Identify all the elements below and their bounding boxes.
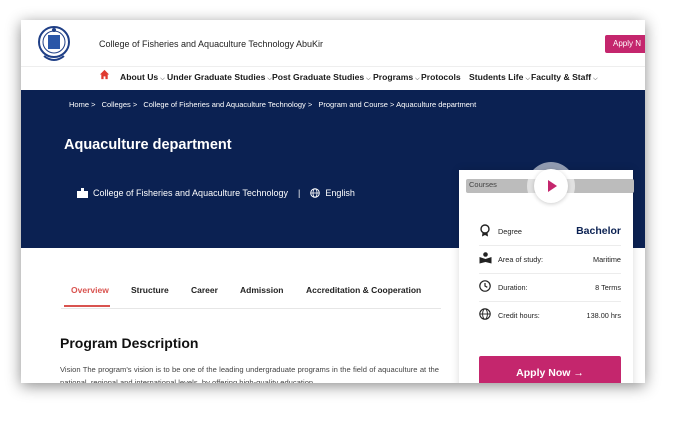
breadcrumb-home[interactable]: Home >: [69, 100, 95, 109]
play-icon: [548, 180, 557, 192]
credit-hours-value: 138.00 hrs: [586, 311, 621, 320]
program-description: Vision The program's vision is to be one…: [60, 365, 439, 383]
nav-faculty-staff[interactable]: Faculty & Staff ⌵: [531, 72, 598, 83]
area-of-study-value: Maritime: [593, 255, 621, 264]
section-title: Program Description: [60, 335, 199, 351]
program-tabs: Overview Structure Career Admission Accr…: [61, 274, 441, 309]
home-icon[interactable]: [99, 69, 110, 80]
tab-overview[interactable]: Overview: [71, 285, 109, 295]
page-title: Aquaculture department: [64, 137, 232, 153]
nav-label: Faculty & Staff: [531, 72, 592, 82]
credit-hours-row: Credit hours: 138.00 hrs: [479, 301, 621, 329]
active-tab-indicator: [64, 305, 110, 307]
main-nav: About Us ⌵ Under Graduate Studies ⌵ Post G…: [21, 66, 645, 91]
nav-label: Post Graduate Studies: [272, 72, 365, 82]
nav-undergraduate[interactable]: Under Graduate Studies ⌵: [167, 72, 272, 83]
browser-page: College of Fisheries and Aquaculture Tec…: [21, 20, 645, 383]
globe-icon: [479, 308, 491, 320]
nav-label: About Us: [120, 72, 159, 82]
college-name[interactable]: College of Fisheries and Aquaculture Tec…: [99, 39, 323, 49]
book-reader-icon: [479, 252, 492, 264]
breadcrumb-college[interactable]: College of Fisheries and Aquaculture Tec…: [143, 100, 312, 109]
globe-icon: [310, 188, 321, 198]
program-language: English: [325, 188, 355, 198]
tab-career[interactable]: Career: [191, 285, 218, 295]
play-video-button[interactable]: [534, 169, 568, 203]
chevron-down-icon: ⌵: [593, 76, 598, 82]
apply-now-button[interactable]: Apply Now →: [479, 356, 621, 383]
nav-label: Under Graduate Studies: [167, 72, 266, 82]
award-icon: [480, 224, 490, 237]
tab-accreditation[interactable]: Accreditation & Cooperation: [306, 285, 421, 295]
top-header: College of Fisheries and Aquaculture Tec…: [21, 20, 645, 65]
program-meta: College of Fisheries and Aquaculture Tec…: [77, 188, 355, 198]
chevron-down-icon: ⌵: [160, 76, 165, 82]
credit-hours-label: Credit hours:: [498, 311, 540, 320]
area-of-study-row: Area of study: Maritime: [479, 245, 621, 274]
nav-programs[interactable]: Programs ⌵: [373, 72, 420, 83]
area-of-study-label: Area of study:: [498, 255, 544, 264]
meta-separator: |: [297, 188, 301, 198]
nav-about-us[interactable]: About Us ⌵: [120, 72, 165, 83]
nav-label: Programs: [373, 72, 414, 82]
chevron-down-icon: ⌵: [525, 76, 530, 82]
nav-students-life[interactable]: Students Life ⌵: [469, 72, 530, 83]
breadcrumb: Home > Colleges > College of Fisheries a…: [69, 100, 480, 109]
broken-image-alt: Courses: [469, 180, 497, 189]
degree-row: Degree Bachelor: [479, 217, 621, 246]
tab-structure[interactable]: Structure: [131, 285, 169, 295]
clock-icon: [479, 280, 491, 292]
university-logo[interactable]: [36, 24, 72, 64]
apply-now-top-button[interactable]: Apply N: [605, 35, 645, 53]
nav-label: Students Life: [469, 72, 524, 82]
degree-label: Degree: [498, 227, 522, 236]
program-college: College of Fisheries and Aquaculture Tec…: [93, 188, 288, 198]
program-info-card: Courses Degree Bachelor Area of study: M…: [459, 162, 634, 383]
duration-value: 8 Terms: [595, 283, 621, 292]
nav-postgraduate[interactable]: Post Graduate Studies ⌵: [272, 72, 371, 83]
nav-protocols[interactable]: Protocols: [421, 72, 461, 82]
duration-row: Duration: 8 Terms: [479, 273, 621, 302]
breadcrumb-current[interactable]: Program and Course > Aquaculture departm…: [318, 100, 476, 109]
degree-value: Bachelor: [576, 225, 621, 237]
chevron-down-icon: ⌵: [415, 76, 420, 82]
building-icon: [77, 188, 88, 198]
nav-label: Protocols: [421, 72, 461, 82]
breadcrumb-colleges[interactable]: Colleges >: [102, 100, 138, 109]
duration-label: Duration:: [498, 283, 528, 292]
tab-admission[interactable]: Admission: [240, 285, 283, 295]
chevron-down-icon: ⌵: [366, 76, 371, 82]
